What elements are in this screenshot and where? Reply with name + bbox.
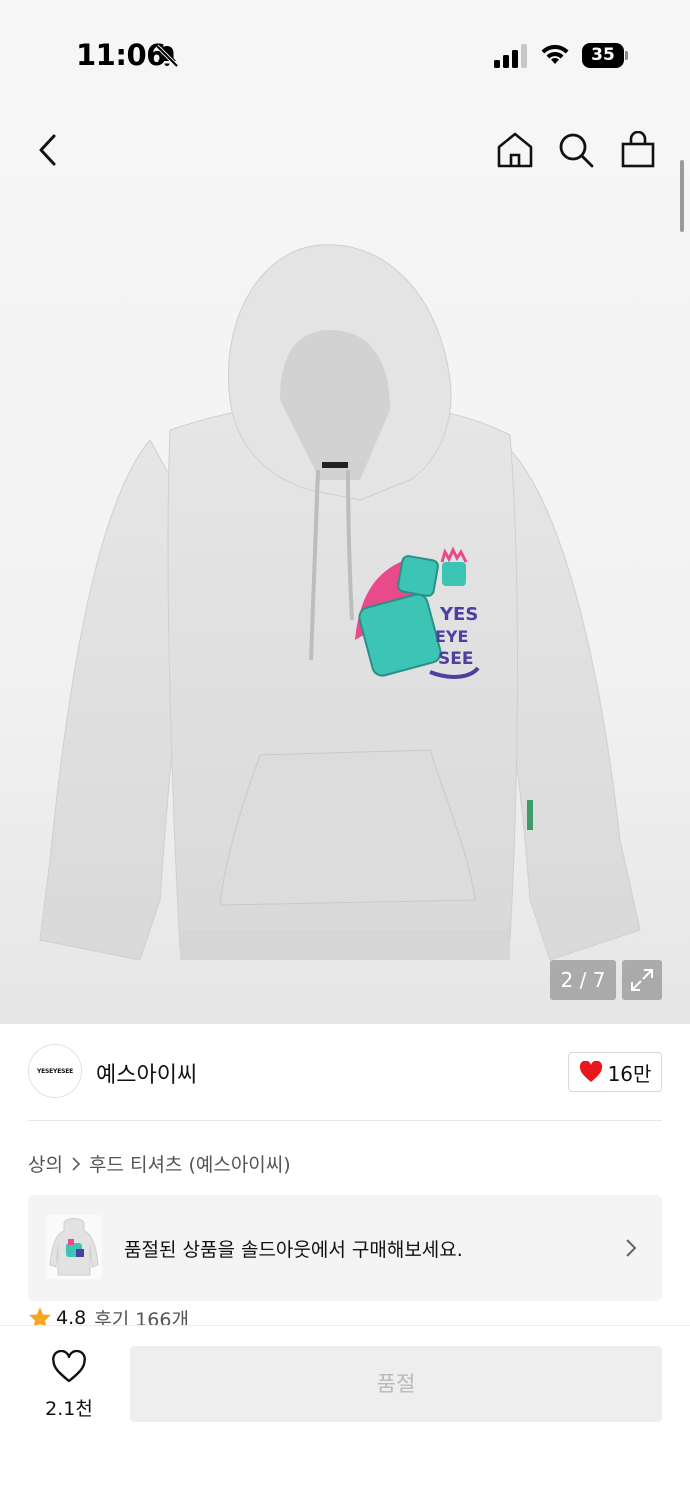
chevron-right-icon: [72, 1156, 81, 1171]
banner-product-thumbnail: [46, 1215, 102, 1279]
fullscreen-button[interactable]: [622, 960, 662, 1000]
wifi-icon: [541, 44, 569, 64]
brand-name[interactable]: 예스아이씨: [96, 1057, 197, 1089]
product-image-gallery[interactable]: YES EYE SEE 2 / 7: [0, 100, 690, 1024]
home-button[interactable]: [493, 128, 537, 172]
soldout-purchase-button[interactable]: 품절: [130, 1346, 662, 1422]
status-bar: 11:06 35: [0, 0, 690, 100]
chevron-right-icon: [626, 1239, 637, 1257]
signal-icon: [494, 44, 527, 68]
breadcrumb: 상의 후드 티셔츠 (예스아이씨): [28, 1150, 291, 1177]
chevron-left-icon: [39, 134, 56, 166]
scrollbar[interactable]: [680, 160, 684, 232]
brand-logo[interactable]: YESEYESEE: [28, 1044, 82, 1098]
bottom-action-bar: 2.1천 품절: [0, 1325, 690, 1500]
breadcrumb-subcategory[interactable]: 후드 티셔츠 (예스아이씨): [89, 1150, 291, 1177]
search-icon: [559, 133, 594, 168]
svg-text:SEE: SEE: [438, 649, 473, 669]
status-time: 11:06: [76, 38, 166, 72]
shopping-bag-icon: [621, 131, 655, 168]
brand-row[interactable]: YESEYESEE 예스아이씨 16만: [28, 1044, 662, 1100]
brand-logo-text: YESEYESEE: [36, 1067, 74, 1075]
product-photo-hoodie: YES EYE SEE: [39, 244, 641, 961]
search-button[interactable]: [554, 128, 598, 172]
svg-text:EYE: EYE: [435, 627, 468, 646]
battery-level: 35: [591, 45, 615, 65]
soldout-banner[interactable]: 품절된 상품을 솔드아웃에서 구매해보세요.: [28, 1195, 662, 1301]
back-button[interactable]: [26, 128, 70, 172]
image-pager: 2 / 7: [550, 960, 616, 1000]
heart-outline-icon: [52, 1349, 86, 1383]
divider: [28, 1120, 662, 1121]
wishlist-button[interactable]: 2.1천: [34, 1348, 104, 1428]
soldout-banner-text: 품절된 상품을 솔드아웃에서 구매해보세요.: [124, 1239, 463, 1261]
svg-text:YES: YES: [439, 604, 478, 625]
battery-indicator: 35: [582, 43, 628, 69]
heart-filled-icon: [579, 1061, 602, 1082]
expand-icon: [631, 969, 653, 991]
brand-like-count: 16만: [607, 1061, 652, 1086]
bell-off-icon: [155, 44, 179, 68]
brand-like-button[interactable]: 16만: [568, 1052, 662, 1092]
home-icon: [497, 132, 533, 168]
wishlist-count: 2.1천: [45, 1398, 93, 1420]
cart-button[interactable]: [616, 128, 660, 172]
breadcrumb-category[interactable]: 상의: [28, 1150, 63, 1177]
